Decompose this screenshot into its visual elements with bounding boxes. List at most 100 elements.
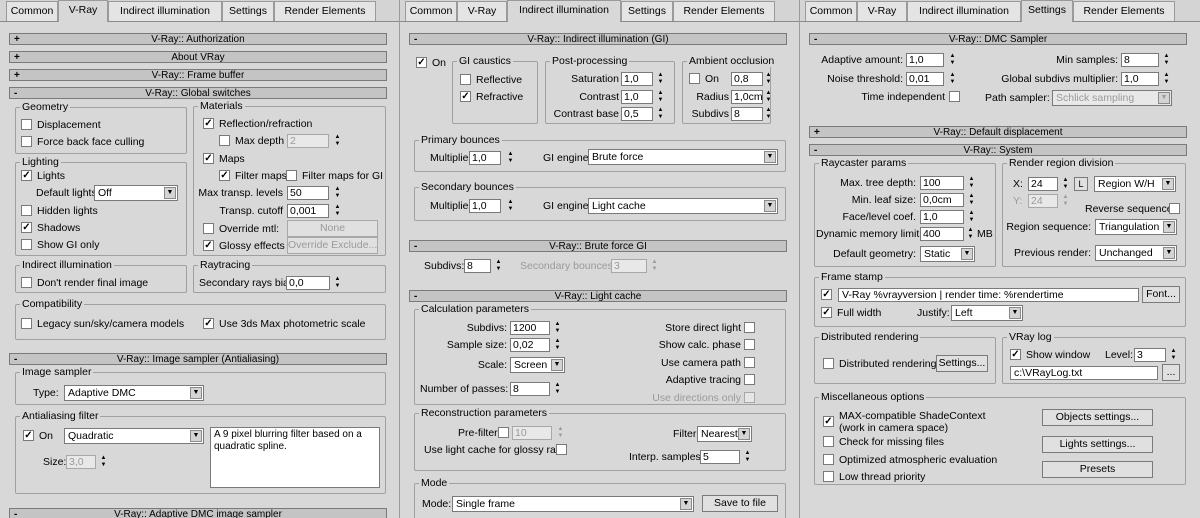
gi-on-checkbox[interactable]: ✓ [416,57,427,68]
full-width-checkbox[interactable]: ✓ [821,307,832,318]
spinner-arrows-icon[interactable]: ▲ ▼ [494,259,503,273]
dyn-mem-spinner[interactable]: 400 [920,227,964,241]
scale-dropdown[interactable]: Screen ▼ [510,357,565,373]
maps-checkbox[interactable]: ✓ [203,153,214,164]
use-camera-checkbox[interactable] [744,357,755,368]
passes-spinner[interactable]: 8 [510,382,550,396]
spinner-arrows-icon[interactable]: ▲ ▼ [656,72,665,86]
tab-settings[interactable]: Settings [222,1,274,21]
spinner-arrows-icon[interactable]: ▲ ▼ [99,455,108,469]
spinner-arrows-icon[interactable]: ▲ ▼ [553,338,562,352]
secondary-multiplier-spinner[interactable]: 1,0 [469,199,501,213]
lock-l-button[interactable]: L [1074,177,1088,191]
tab-render-elements[interactable]: Render Elements [274,1,376,21]
show-gi-only-checkbox[interactable] [21,239,32,250]
rollout-image-sampler[interactable]: - V-Ray:: Image sampler (Antialiasing) [9,353,387,365]
spinner-arrows-icon[interactable]: ▲ ▼ [1061,177,1070,191]
spinner-arrows-icon[interactable]: ▲ ▼ [764,72,773,86]
ao-on-checkbox[interactable] [689,73,700,84]
rollout-gi[interactable]: - V-Ray:: Indirect illumination (GI) [409,33,787,45]
tab-common[interactable]: Common [405,1,457,21]
filter-maps-checkbox[interactable]: ✓ [219,170,230,181]
override-mtl-button[interactable]: None [287,220,378,237]
bf-subdivs-spinner[interactable]: 8 [464,259,491,273]
sample-size-spinner[interactable]: 0,02 [510,338,550,352]
spinner-arrows-icon[interactable]: ▲ ▼ [656,107,665,121]
saturation-spinner[interactable]: 1,0 [621,72,653,86]
bf-secondary-spinner[interactable]: 3 [611,259,647,273]
min-samples-spinner[interactable]: 8 [1121,53,1159,67]
region-x-spinner[interactable]: 24 [1028,177,1058,191]
default-geometry-dropdown[interactable]: Static ▼ [920,246,975,262]
spinner-arrows-icon[interactable]: ▲ ▼ [948,72,957,86]
displacement-checkbox[interactable] [21,119,32,130]
secondary-engine-dropdown[interactable]: Light cache ▼ [588,198,778,214]
ao-amount-spinner[interactable]: 0,8 [731,72,763,86]
spinner-arrows-icon[interactable]: ▲ ▼ [553,382,562,396]
spinner-arrows-icon[interactable]: ▲ ▼ [764,107,773,121]
tab-vray[interactable]: V-Ray [457,1,507,21]
tab-indirect-illumination[interactable]: Indirect illumination [108,1,222,21]
show-window-checkbox[interactable]: ✓ [1010,349,1021,360]
low-thread-checkbox[interactable] [823,471,834,482]
primary-multiplier-spinner[interactable]: 1,0 [469,151,501,165]
spinner-arrows-icon[interactable]: ▲ ▼ [506,151,515,165]
override-exclude-button[interactable]: Override Exclude... [287,237,378,254]
tab-indirect-illumination[interactable]: Indirect illumination [907,1,1021,21]
primary-engine-dropdown[interactable]: Brute force ▼ [588,149,778,165]
spinner-arrows-icon[interactable]: ▲ ▼ [967,210,976,224]
objects-settings-button[interactable]: Objects settings... [1042,409,1153,426]
spinner-arrows-icon[interactable]: ▲ ▼ [333,134,342,148]
spinner-arrows-icon[interactable]: ▲ ▼ [948,53,957,67]
spinner-arrows-icon[interactable]: ▲ ▼ [556,426,565,440]
glossy-effects-checkbox[interactable]: ✓ [203,240,214,251]
save-to-file-button[interactable]: Save to file [702,495,778,512]
distributed-checkbox[interactable] [823,358,834,369]
adaptive-tracing-checkbox[interactable] [744,374,755,385]
previous-render-dropdown[interactable]: Unchanged ▼ [1095,245,1177,261]
tab-common[interactable]: Common [6,1,58,21]
rollout-system[interactable]: - V-Ray:: System [809,144,1187,156]
presets-button[interactable]: Presets [1042,461,1153,478]
mode-dropdown[interactable]: Single frame ▼ [452,496,694,512]
rollout-authorization[interactable]: + V-Ray:: Authorization [9,33,387,45]
check-missing-checkbox[interactable] [823,436,834,447]
region-sequence-dropdown[interactable]: Triangulation ▼ [1095,219,1177,235]
optimized-atmospheric-checkbox[interactable] [823,454,834,465]
spinner-arrows-icon[interactable]: ▲ ▼ [967,193,976,207]
store-direct-checkbox[interactable] [744,322,755,333]
tab-render-elements[interactable]: Render Elements [1073,1,1175,21]
contrast-spinner[interactable]: 1,0 [621,90,653,104]
spinner-arrows-icon[interactable]: ▲ ▼ [967,176,976,190]
rollout-default-displacement[interactable]: + V-Ray:: Default displacement [809,126,1187,138]
spinner-arrows-icon[interactable]: ▲ ▼ [333,276,342,290]
rollout-about[interactable]: + About VRay [9,51,387,63]
level-spinner[interactable]: 3 [1134,348,1166,362]
tab-vray[interactable]: V-Ray [857,1,907,21]
hidden-lights-checkbox[interactable] [21,205,32,216]
lc-subdivs-spinner[interactable]: 1200 [510,321,550,335]
spinner-arrows-icon[interactable]: ▲ ▼ [966,227,975,241]
frame-stamp-checkbox[interactable]: ✓ [821,289,832,300]
face-level-spinner[interactable]: 1,0 [920,210,964,224]
filter-on-checkbox[interactable]: ✓ [23,430,34,441]
spinner-arrows-icon[interactable]: ▲ ▼ [333,204,342,218]
rollout-global-switches[interactable]: - V-Ray:: Global switches [9,87,387,99]
default-lights-dropdown[interactable]: Off ▼ [94,185,178,201]
rollout-light-cache[interactable]: - V-Ray:: Light cache [409,290,787,302]
spinner-arrows-icon[interactable]: ▲ ▼ [764,90,773,104]
region-y-spinner[interactable]: 24 [1028,194,1058,208]
sampler-type-dropdown[interactable]: Adaptive DMC ▼ [64,385,204,401]
contrast-base-spinner[interactable]: 0,5 [621,107,653,121]
dont-render-checkbox[interactable] [21,277,32,288]
rollout-adaptive-dmc[interactable]: - V-Ray:: Adaptive DMC image sampler [9,508,387,518]
distributed-settings-button[interactable]: Settings... [936,355,988,372]
noise-threshold-spinner[interactable]: 0,01 [906,72,944,86]
override-mtl-checkbox[interactable] [203,223,214,234]
time-independent-checkbox[interactable] [949,91,960,102]
max-compatible-checkbox[interactable]: ✓ [823,416,834,427]
max-tree-spinner[interactable]: 100 [920,176,964,190]
spinner-arrows-icon[interactable]: ▲ ▼ [650,259,659,273]
filter-maps-gi-checkbox[interactable] [286,170,297,181]
path-sampler-dropdown[interactable]: Schlick sampling ▼ [1052,90,1172,106]
